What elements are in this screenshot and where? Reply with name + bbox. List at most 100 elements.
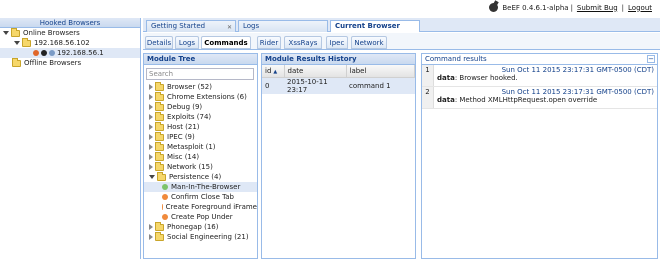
category-label: Persistence (4) xyxy=(169,173,222,181)
browser-subtabs: Details Logs Commands Rider XssRays Ipec… xyxy=(143,33,660,50)
tab-label: Current Browser xyxy=(335,22,400,30)
module-category-browser[interactable]: Browser (52) xyxy=(144,81,257,92)
module-category-misc[interactable]: Misc (14) xyxy=(144,151,257,162)
expand-icon[interactable] xyxy=(149,234,153,240)
module-confirm-close-tab[interactable]: Confirm Close Tab xyxy=(144,192,257,202)
module-category-network[interactable]: Network (15) xyxy=(144,161,257,172)
hooked-browsers-header: Hooked Browsers xyxy=(0,18,140,28)
expand-icon[interactable] xyxy=(149,114,153,120)
hooked-browser-node[interactable]: 192.168.56.1 xyxy=(0,48,140,58)
result-data: data: Method XMLHttpRequest.open overrid… xyxy=(437,96,654,104)
main-tabs: Getting Started ✕ Logs Current Browser xyxy=(143,18,660,32)
firefox-icon xyxy=(33,50,39,56)
folder-icon xyxy=(155,221,164,231)
status-orange-icon xyxy=(162,194,168,200)
separator: | xyxy=(621,3,625,12)
collapse-icon[interactable] xyxy=(149,175,155,179)
module-category-social-engineering[interactable]: Social Engineering (21) xyxy=(144,231,257,242)
subtab-commands[interactable]: Commands xyxy=(201,36,251,49)
result-key: data xyxy=(437,74,455,82)
subnet-node[interactable]: 192.168.56.102 xyxy=(0,37,140,48)
folder-icon xyxy=(11,27,20,37)
result-entry: 2 Sun Oct 11 2015 23:17:31 GMT-0500 (CDT… xyxy=(422,87,657,109)
category-label: Chrome Extensions (6) xyxy=(167,93,247,101)
top-bar-right: BeEF 0.4.6.1-alpha | Submit Bug | Logout xyxy=(489,3,654,12)
folder-icon xyxy=(155,141,164,151)
expand-icon[interactable] xyxy=(149,94,153,100)
module-category-persistence[interactable]: Persistence (4) xyxy=(144,171,257,182)
folder-icon xyxy=(155,161,164,171)
tab-getting-started[interactable]: Getting Started ✕ xyxy=(146,20,236,32)
module-search-input[interactable]: Search xyxy=(146,68,254,80)
linux-icon xyxy=(41,50,47,56)
command-results-header: Command results − xyxy=(422,54,657,65)
tab-current-browser[interactable]: Current Browser xyxy=(330,20,420,32)
status-orange-icon xyxy=(162,214,168,220)
expand-icon[interactable] xyxy=(149,164,153,170)
expand-icon[interactable] xyxy=(149,134,153,140)
module-category-metasploit[interactable]: Metasploit (1) xyxy=(144,141,257,152)
table-row[interactable]: 0 2015-10-11 23:17 command 1 xyxy=(262,77,415,94)
result-number: 2 xyxy=(422,87,434,108)
subtab-logs[interactable]: Logs xyxy=(175,36,199,49)
module-create-foreground-iframe[interactable]: Create Foreground iFrame xyxy=(144,202,257,212)
category-label: Browser (52) xyxy=(167,83,212,91)
offline-browsers-label: Offline Browsers xyxy=(24,59,82,67)
module-label: Create Foreground iFrame xyxy=(165,203,257,211)
top-bar: BeEF 0.4.6.1-alpha | Submit Bug | Logout xyxy=(0,0,660,17)
module-tree-panel: Module Tree Search Browser (52) Chrome E… xyxy=(143,53,258,259)
expand-icon[interactable] xyxy=(3,31,9,35)
folder-icon xyxy=(155,101,164,111)
expand-icon[interactable] xyxy=(149,224,153,230)
category-label: IPEC (9) xyxy=(167,133,195,141)
submit-bug-link[interactable]: Submit Bug xyxy=(577,4,618,12)
module-category-host[interactable]: Host (21) xyxy=(144,121,257,132)
module-create-pop-under[interactable]: Create Pop Under xyxy=(144,212,257,222)
module-category-exploits[interactable]: Exploits (74) xyxy=(144,111,257,122)
subtab-xssrays[interactable]: XssRays xyxy=(284,36,322,49)
module-category-debug[interactable]: Debug (9) xyxy=(144,101,257,112)
column-header-label[interactable]: label xyxy=(346,65,415,78)
module-tree-title: Module Tree xyxy=(144,54,257,65)
online-browsers-node[interactable]: Online Browsers xyxy=(0,27,140,38)
subtab-details[interactable]: Details xyxy=(145,36,173,49)
subnet-label: 192.168.56.102 xyxy=(34,39,90,47)
expand-icon[interactable] xyxy=(149,104,153,110)
expand-icon[interactable] xyxy=(149,154,153,160)
expand-icon[interactable] xyxy=(14,41,20,45)
expand-icon[interactable] xyxy=(149,124,153,130)
history-table: id ▲ date label 0 2015-10-11 23:17 comman… xyxy=(262,65,415,94)
module-category-phonegap[interactable]: Phonegap (16) xyxy=(144,221,257,232)
logout-link[interactable]: Logout xyxy=(628,4,652,12)
subtab-ipec[interactable]: Ipec xyxy=(326,36,348,49)
category-label: Phonegap (16) xyxy=(167,223,219,231)
result-body: Sun Oct 11 2015 23:17:31 GMT-0500 (CDT) … xyxy=(434,87,657,108)
cell-date: 2015-10-11 23:17 xyxy=(284,77,346,94)
folder-icon xyxy=(157,171,166,181)
module-category-ipec[interactable]: IPEC (9) xyxy=(144,131,257,142)
status-green-icon xyxy=(162,184,168,190)
category-label: Misc (14) xyxy=(167,153,200,161)
category-label: Social Engineering (21) xyxy=(167,233,249,241)
subtab-rider[interactable]: Rider xyxy=(257,36,281,49)
folder-icon xyxy=(155,91,164,101)
module-label: Create Pop Under xyxy=(171,213,233,221)
offline-browsers-node[interactable]: Offline Browsers xyxy=(0,57,140,68)
column-header-id[interactable]: id ▲ xyxy=(262,65,285,78)
folder-icon xyxy=(155,81,164,91)
close-icon[interactable]: ✕ xyxy=(227,22,232,33)
module-man-in-the-browser[interactable]: Man-In-The-Browser xyxy=(144,182,257,192)
tab-label: Logs xyxy=(243,22,260,30)
tab-label: Getting Started xyxy=(151,22,206,30)
folder-icon xyxy=(155,121,164,131)
module-category-chrome-extensions[interactable]: Chrome Extensions (6) xyxy=(144,91,257,102)
hardware-icon xyxy=(49,50,55,56)
expand-icon[interactable] xyxy=(149,84,153,90)
column-header-date[interactable]: date xyxy=(284,65,347,78)
status-orange-icon xyxy=(162,204,163,210)
expand-icon[interactable] xyxy=(149,144,153,150)
tab-logs[interactable]: Logs xyxy=(238,20,328,32)
subtab-network[interactable]: Network xyxy=(351,36,387,49)
collapse-button[interactable]: − xyxy=(647,55,655,63)
online-browsers-label: Online Browsers xyxy=(23,29,80,37)
